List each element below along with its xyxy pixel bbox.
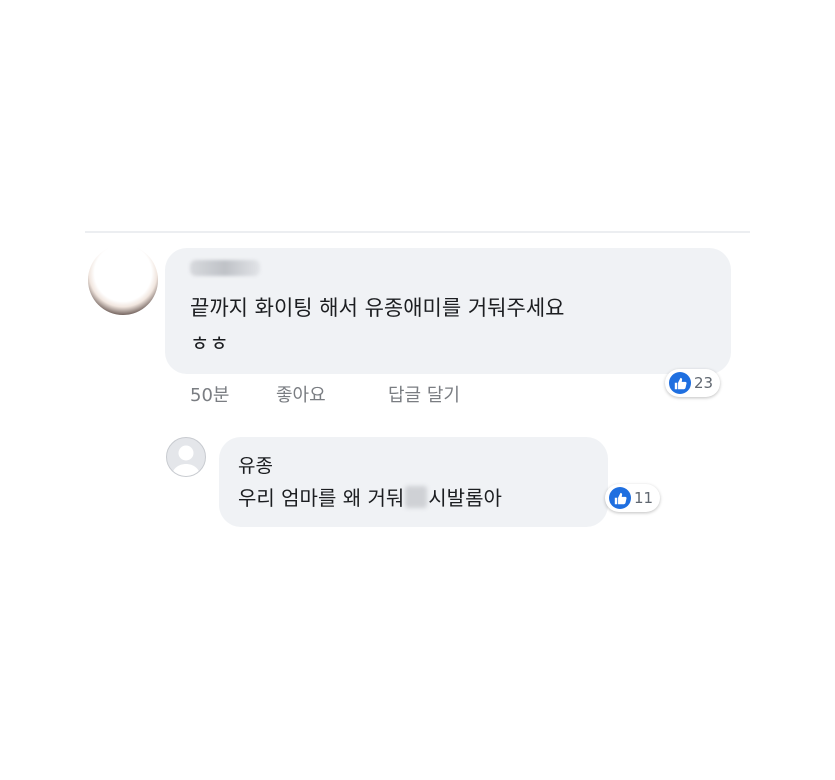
reply-text-before: 우리 엄마를 왜 거둬 xyxy=(238,486,405,510)
comment-reaction-badge[interactable]: 23 xyxy=(665,369,721,397)
reply-text: 우리 엄마를 왜 거둬 시발롬아 xyxy=(238,482,502,515)
reply-link[interactable]: 답글 달기 xyxy=(388,381,460,407)
reaction-count: 11 xyxy=(634,489,654,507)
default-avatar-icon xyxy=(171,445,201,476)
reaction-count: 23 xyxy=(694,374,714,392)
reply-reaction-badge[interactable]: 11 xyxy=(605,484,661,512)
reply-author-name[interactable]: 유종 xyxy=(238,451,273,478)
commenter-name-redacted[interactable] xyxy=(190,260,260,276)
censored-character xyxy=(405,486,428,508)
like-link[interactable]: 좋아요 xyxy=(276,381,326,407)
commenter-avatar[interactable] xyxy=(88,245,158,315)
like-icon xyxy=(669,372,691,394)
comment-text-line2: ㅎㅎ xyxy=(190,332,229,356)
reply-text-after: 시발롬아 xyxy=(428,486,502,510)
reply-avatar[interactable] xyxy=(166,437,206,477)
comment-text-line1: 끝까지 화이팅 해서 유종애미를 거둬주세요 xyxy=(190,296,565,320)
comment-timestamp[interactable]: 50분 xyxy=(190,381,229,407)
top-divider xyxy=(85,231,750,233)
like-icon xyxy=(609,487,631,509)
